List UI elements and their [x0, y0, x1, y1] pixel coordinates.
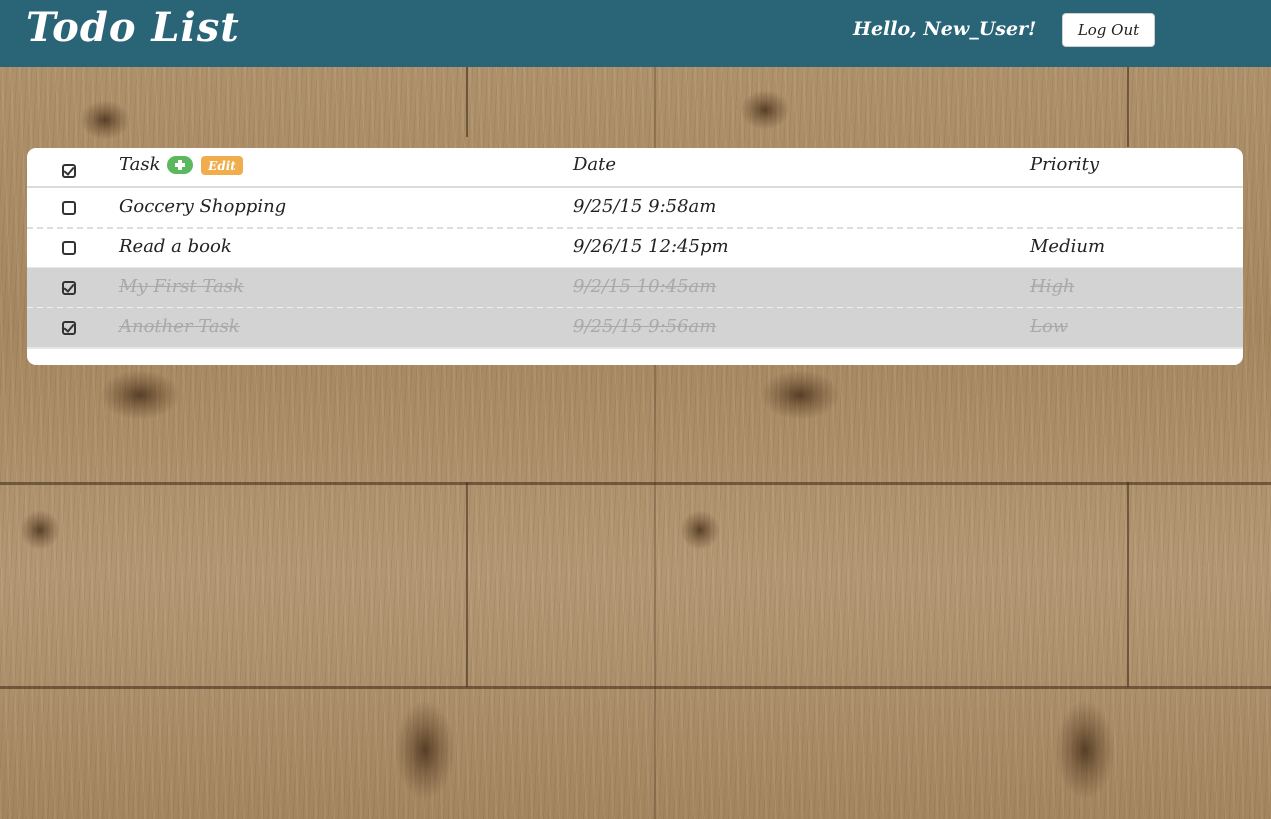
wood-knot: [680, 510, 720, 550]
table-row[interactable]: Another Task 9/25/15 9:56am Low: [27, 308, 1243, 348]
task-checkbox[interactable]: [62, 241, 76, 255]
task-name: Another Task: [119, 316, 240, 337]
task-priority: Medium: [1030, 236, 1106, 257]
task-name: My First Task: [119, 276, 244, 297]
select-all-checkbox[interactable]: [62, 164, 76, 178]
wood-knot: [760, 370, 840, 420]
task-date: 9/25/15 9:56am: [573, 316, 717, 337]
task-priority: Low: [1030, 316, 1069, 337]
task-checkbox[interactable]: [62, 201, 76, 215]
wood-knot: [100, 370, 180, 420]
task-name: Goccery Shopping: [119, 196, 287, 217]
table-row[interactable]: Read a book 9/26/15 12:45pm Medium: [27, 228, 1243, 268]
wood-seam: [0, 686, 1271, 689]
task-priority: High: [1030, 276, 1075, 297]
todo-table: Task Edit Date Priority Goccery Shopping…: [27, 148, 1243, 365]
task-date: 9/25/15 9:58am: [573, 196, 717, 217]
task-checkbox[interactable]: [62, 321, 76, 335]
wood-seam: [466, 482, 468, 687]
wood-knot: [20, 510, 60, 550]
row-divider: [27, 347, 1243, 349]
wood-seam: [0, 482, 1271, 485]
wood-knot: [80, 100, 130, 140]
column-header-date: Date: [573, 154, 617, 175]
wood-seam: [1127, 67, 1129, 147]
wood-seam: [466, 67, 468, 137]
app-title[interactable]: Todo List: [26, 4, 240, 51]
wood-knot: [740, 90, 790, 130]
column-header-task: Task: [119, 154, 161, 175]
edit-button[interactable]: Edit: [201, 156, 243, 175]
task-name: Read a book: [119, 236, 232, 257]
add-task-plus-icon[interactable]: [167, 156, 193, 174]
wood-knot: [395, 700, 455, 800]
user-greeting: Hello, New_User!: [853, 18, 1037, 40]
task-date: 9/26/15 12:45pm: [573, 236, 729, 257]
table-row[interactable]: My First Task 9/2/15 10:45am High: [27, 268, 1243, 308]
task-date: 9/2/15 10:45am: [573, 276, 717, 297]
table-row[interactable]: Goccery Shopping 9/25/15 9:58am: [27, 188, 1243, 228]
wood-seam: [1127, 482, 1129, 687]
logout-button[interactable]: Log Out: [1062, 13, 1155, 47]
top-navbar: Todo List Hello, New_User! Log Out: [0, 0, 1271, 67]
table-header: Task Edit Date Priority: [27, 148, 1243, 188]
wood-knot: [1055, 700, 1115, 800]
column-header-priority: Priority: [1030, 154, 1100, 175]
task-checkbox[interactable]: [62, 281, 76, 295]
